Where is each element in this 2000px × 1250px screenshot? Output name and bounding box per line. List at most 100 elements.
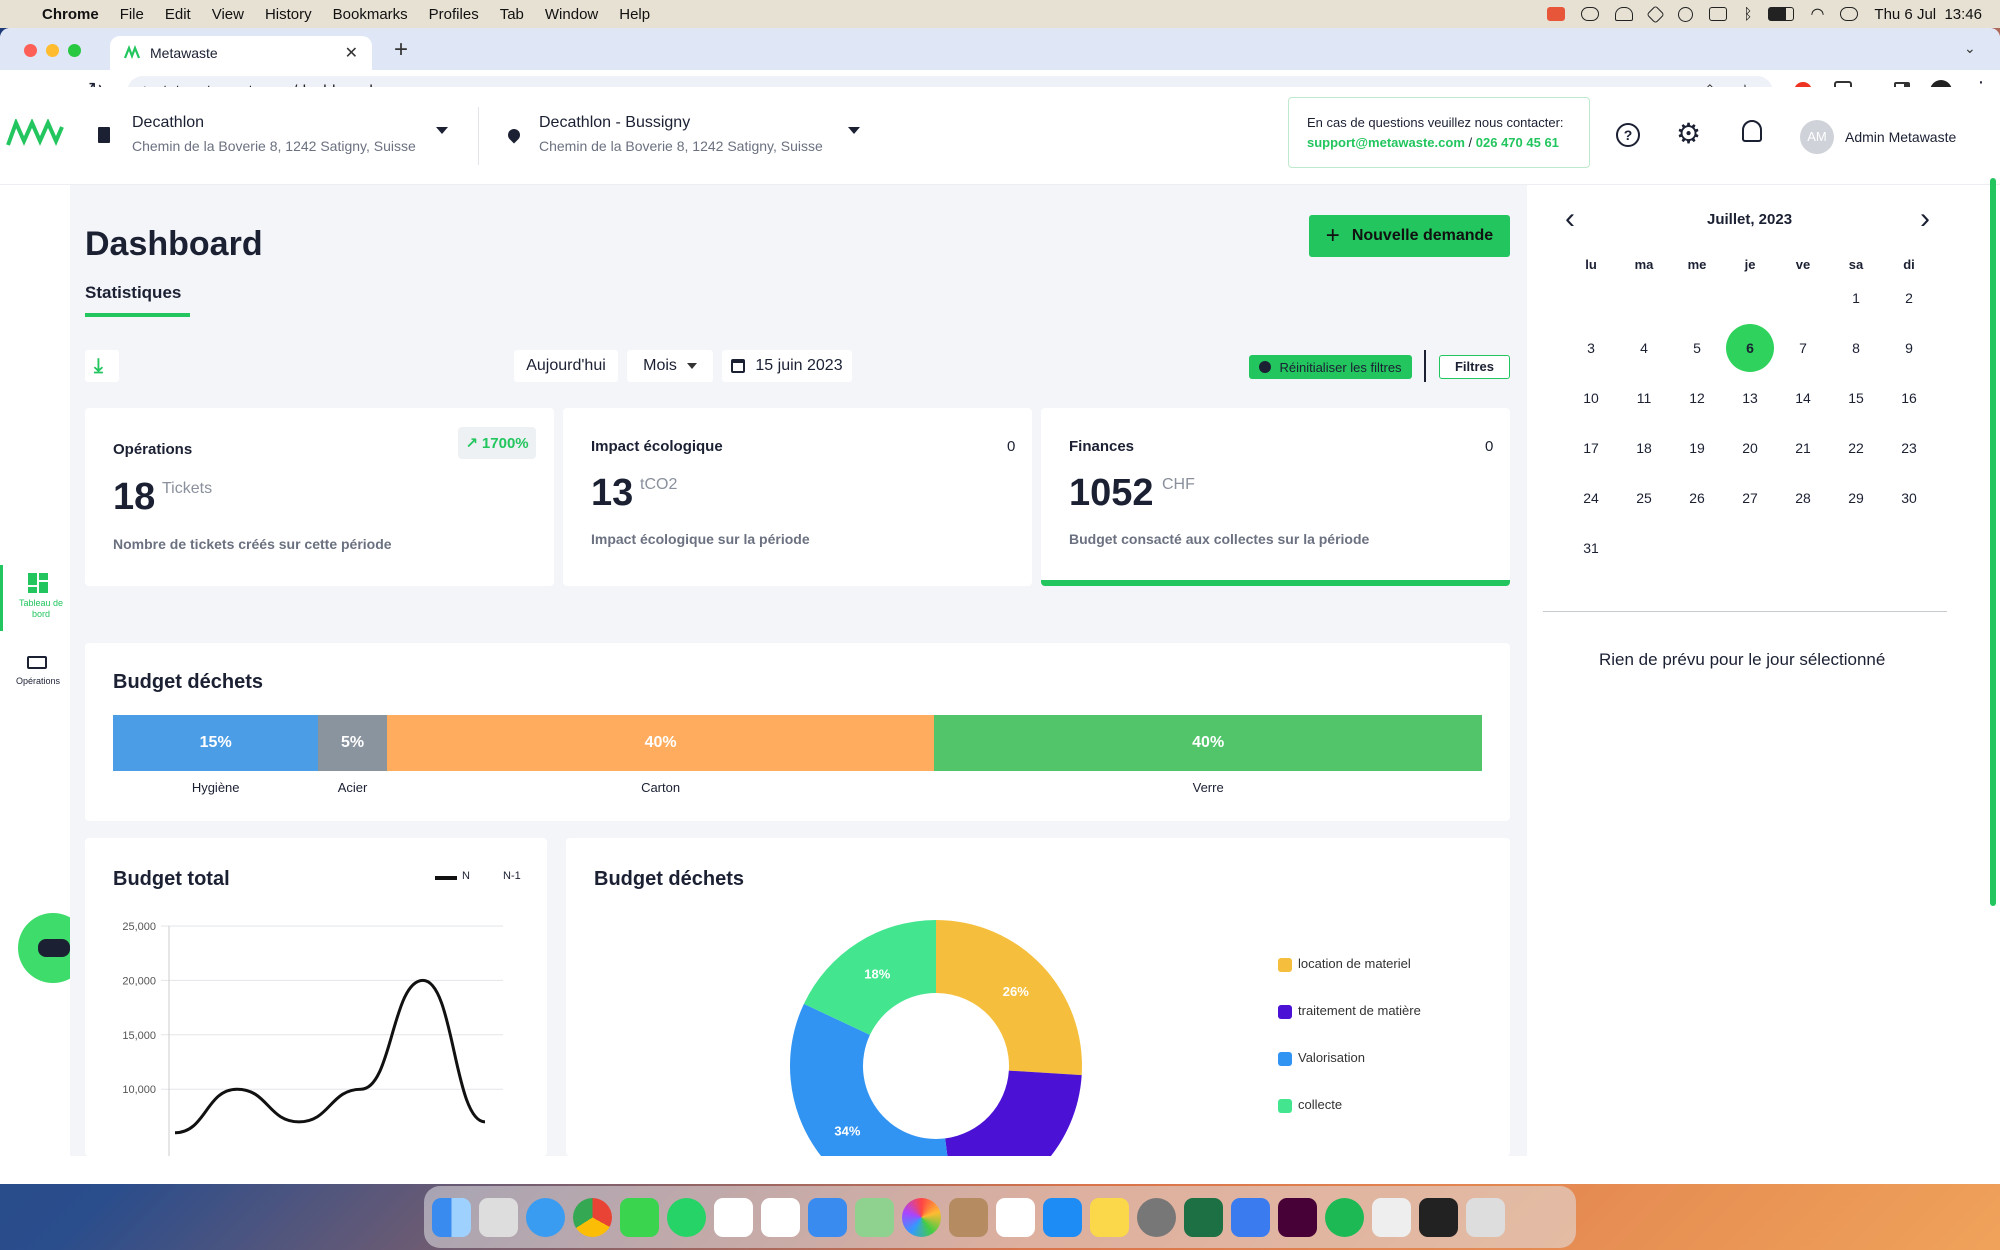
- today-button[interactable]: Aujourd'hui: [514, 350, 618, 382]
- calendar-day[interactable]: 20: [1726, 424, 1774, 472]
- notes-icon[interactable]: [1090, 1197, 1129, 1237]
- notifications-bell-icon[interactable]: [1742, 120, 1762, 142]
- mail-icon[interactable]: [808, 1197, 847, 1237]
- new-tab-button[interactable]: +: [394, 36, 408, 64]
- donut-slice-1[interactable]: [945, 1070, 1082, 1156]
- calendar-day[interactable]: 30: [1885, 474, 1933, 522]
- contact-phone[interactable]: 026 470 45 61: [1476, 135, 1559, 150]
- adobe-xd-icon[interactable]: [1278, 1197, 1317, 1237]
- whatsapp-icon[interactable]: [667, 1197, 706, 1237]
- company-selector[interactable]: Decathlon Chemin de la Boverie 8, 1242 S…: [132, 114, 452, 154]
- dropbox-icon[interactable]: [1646, 4, 1666, 24]
- photos-icon[interactable]: [902, 1197, 941, 1237]
- next-month-chevron-icon[interactable]: ›: [1920, 202, 1930, 236]
- sidebar-item-dashboard[interactable]: Tableau de bord: [0, 565, 70, 631]
- menu-file[interactable]: File: [120, 6, 144, 23]
- reminders-icon[interactable]: [996, 1197, 1035, 1237]
- calendar-day[interactable]: 6: [1726, 324, 1774, 372]
- series-line-n[interactable]: [174, 978, 486, 1135]
- wifi-icon[interactable]: ◠: [1810, 4, 1824, 24]
- menu-history[interactable]: History: [265, 6, 312, 23]
- calendar-day[interactable]: 22: [1832, 424, 1880, 472]
- download-button[interactable]: ⤓: [85, 350, 119, 382]
- metawaste-logo[interactable]: [6, 119, 64, 149]
- calendar-day[interactable]: 17: [1567, 424, 1615, 472]
- zoom-window-button[interactable]: [68, 44, 81, 57]
- menu-window[interactable]: Window: [545, 6, 598, 23]
- menu-help[interactable]: Help: [619, 6, 650, 23]
- chrome-icon[interactable]: [573, 1197, 612, 1237]
- calendar-day[interactable]: 28: [1779, 474, 1827, 522]
- app-store-icon[interactable]: [1043, 1197, 1082, 1237]
- period-select[interactable]: Mois: [627, 350, 713, 382]
- user-name[interactable]: Admin Metawaste: [1845, 129, 1956, 145]
- calendar-day[interactable]: 10: [1567, 374, 1615, 422]
- browser-tab[interactable]: Metawaste ✕: [110, 36, 372, 70]
- calendar-day[interactable]: 11: [1620, 374, 1668, 422]
- close-window-button[interactable]: [24, 44, 37, 57]
- calendar-day[interactable]: 25: [1620, 474, 1668, 522]
- calendar-day[interactable]: 3: [1567, 324, 1615, 372]
- legend-item[interactable]: location de materiel: [1278, 956, 1421, 1003]
- display-icon[interactable]: [1709, 7, 1728, 21]
- finder-icon[interactable]: [432, 1197, 471, 1237]
- sidebar-item-operations[interactable]: Opérations: [0, 652, 70, 702]
- menu-tab[interactable]: Tab: [500, 6, 524, 23]
- spotify-icon[interactable]: [1325, 1197, 1364, 1237]
- prev-month-chevron-icon[interactable]: ‹: [1565, 202, 1575, 236]
- settings-gear-icon[interactable]: ⚙: [1676, 117, 1701, 150]
- stat-card-operations[interactable]: Opérations ↗ 1700% 18 Tickets Nombre de t…: [85, 408, 554, 586]
- contacts-icon[interactable]: [949, 1197, 988, 1237]
- menubar-clock[interactable]: Thu 6 Jul 13:46: [1874, 6, 1982, 23]
- screen-record-icon[interactable]: [1547, 7, 1566, 21]
- calendar-day[interactable]: 9: [1885, 324, 1933, 372]
- calendar-day[interactable]: 26: [1673, 474, 1721, 522]
- bar-segment-carton[interactable]: 40%: [386, 715, 935, 771]
- gitkraken-icon[interactable]: [1231, 1197, 1270, 1237]
- menu-view[interactable]: View: [212, 6, 244, 23]
- calendar-day[interactable]: 27: [1726, 474, 1774, 522]
- launchpad-icon[interactable]: [479, 1197, 518, 1237]
- calendar-day[interactable]: 8: [1832, 324, 1880, 372]
- cloud-icon[interactable]: [1581, 7, 1600, 21]
- battery-icon[interactable]: [1768, 7, 1795, 21]
- reset-filters-button[interactable]: Réinitialiser les filtres: [1249, 355, 1412, 379]
- site-selector[interactable]: Decathlon - Bussigny Chemin de la Boveri…: [539, 114, 859, 154]
- play-icon[interactable]: [1678, 6, 1694, 22]
- slack-icon[interactable]: [714, 1197, 753, 1237]
- activity-monitor-icon[interactable]: [1419, 1197, 1458, 1237]
- trash-icon[interactable]: [1466, 1197, 1505, 1237]
- calendar-day[interactable]: 18: [1620, 424, 1668, 472]
- menu-bookmarks[interactable]: Bookmarks: [333, 6, 408, 23]
- messages-icon[interactable]: [620, 1197, 659, 1237]
- calendar-day[interactable]: 16: [1885, 374, 1933, 422]
- menu-edit[interactable]: Edit: [165, 6, 191, 23]
- calendar-day[interactable]: 14: [1779, 374, 1827, 422]
- user-avatar[interactable]: AM: [1800, 120, 1834, 154]
- filters-button[interactable]: Filtres: [1439, 355, 1510, 379]
- help-icon[interactable]: ?: [1616, 123, 1640, 147]
- calendar-day[interactable]: 31: [1567, 524, 1615, 572]
- calendar-day[interactable]: 12: [1673, 374, 1721, 422]
- company-dropdown-icon[interactable]: [436, 127, 448, 134]
- new-request-button[interactable]: + Nouvelle demande: [1309, 215, 1510, 257]
- stat-card-ecological-impact[interactable]: Impact écologique 0 13 tCO2 Impact écolo…: [563, 408, 1032, 586]
- system-settings-icon[interactable]: [1137, 1197, 1176, 1237]
- safari-icon[interactable]: [526, 1197, 565, 1237]
- calendar-day[interactable]: 7: [1779, 324, 1827, 372]
- close-tab-icon[interactable]: ✕: [345, 43, 358, 63]
- calendar-app-icon[interactable]: [761, 1197, 800, 1237]
- contact-email[interactable]: support@metawaste.com: [1307, 135, 1465, 150]
- calendar-day[interactable]: 21: [1779, 424, 1827, 472]
- bar-segment-acier[interactable]: 5%: [318, 715, 387, 771]
- calendar-day[interactable]: 13: [1726, 374, 1774, 422]
- tab-search-chevron-icon[interactable]: ⌄: [1964, 40, 1976, 57]
- calendar-day[interactable]: 23: [1885, 424, 1933, 472]
- minimize-window-button[interactable]: [46, 44, 59, 57]
- calendar-day[interactable]: 4: [1620, 324, 1668, 372]
- bar-segment-hygiène[interactable]: 15%: [113, 715, 319, 771]
- bluetooth-icon[interactable]: ᛒ: [1743, 6, 1752, 23]
- calendar-day[interactable]: 2: [1885, 274, 1933, 322]
- control-center-icon[interactable]: [1840, 7, 1859, 21]
- maps-icon[interactable]: [855, 1197, 894, 1237]
